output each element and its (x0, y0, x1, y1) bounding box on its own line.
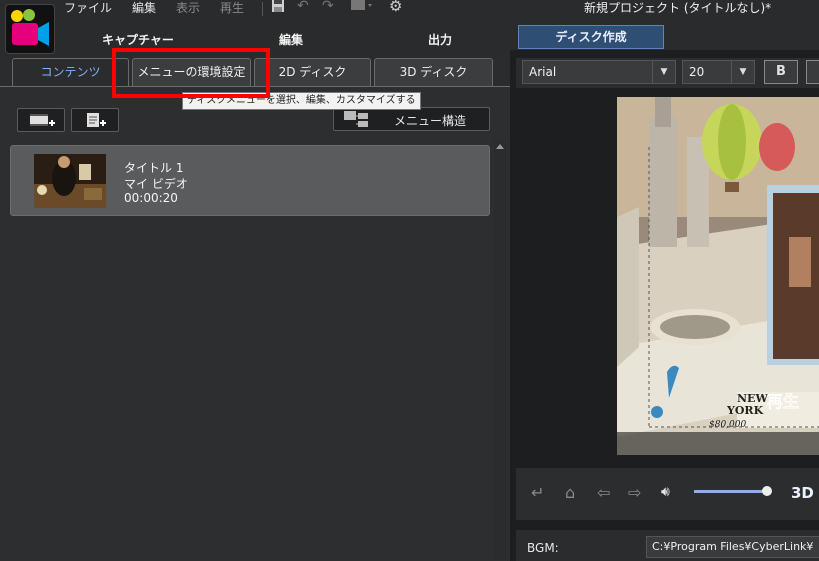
undo-icon[interactable]: ↶ (297, 0, 309, 14)
save-icon[interactable] (271, 0, 285, 16)
title-list-scrollbar[interactable] (494, 140, 506, 560)
title-thumbnail (34, 154, 106, 208)
add-title-button[interactable] (17, 108, 65, 132)
menu-structure-label: メニュー構造 (394, 114, 467, 128)
bgm-path-field[interactable]: C:¥Program Files¥CyberLink¥ (646, 536, 819, 558)
enter-icon[interactable]: ↵ (531, 483, 544, 502)
bgm-label: BGM: (527, 541, 559, 555)
menu-structure-button[interactable]: メニュー構造 (333, 107, 490, 131)
font-size-select[interactable]: 20 ▼ (682, 60, 755, 84)
title-list-item[interactable]: タイトル 1 マイ ビデオ 00:00:20 (10, 145, 490, 216)
screen-icon[interactable] (351, 0, 373, 15)
volume-icon[interactable]: 🔊︎ (661, 484, 670, 500)
project-title: 新規プロジェクト (タイトルなし)* (584, 1, 772, 15)
font-family-select[interactable]: Arial ▼ (522, 60, 676, 84)
redo-icon[interactable]: ↷ (322, 0, 334, 14)
mode-capture[interactable]: キャプチャー (102, 31, 174, 48)
menu-play[interactable]: 再生 (220, 0, 244, 16)
arrow-left-icon[interactable]: ⇦ (597, 483, 610, 502)
board-text-york: YORK (726, 404, 764, 417)
chevron-down-icon: ▼ (731, 61, 754, 83)
menu-preview[interactable]: NEW YORK $80,000 再生 (617, 97, 819, 455)
gear-icon[interactable]: ⚙ (389, 0, 402, 15)
menu-view[interactable]: 表示 (176, 0, 200, 16)
highlight-box (112, 48, 270, 98)
preview-play-label[interactable]: 再生 (767, 392, 800, 412)
font-family-value: Arial (529, 65, 557, 79)
title-name: タイトル 1 (124, 161, 184, 175)
bold-button[interactable]: B (764, 60, 798, 84)
menu-file[interactable]: ファイル (64, 0, 112, 16)
tab-3d-disc[interactable]: 3D ディスク (374, 58, 493, 86)
title-duration: 00:00:20 (124, 191, 178, 205)
board-price: $80,000 (709, 420, 746, 430)
italic-button[interactable] (806, 60, 819, 84)
add-video-icon (30, 114, 55, 126)
font-size-value: 20 (689, 65, 705, 79)
mode-output[interactable]: 出力 (428, 31, 452, 48)
mode-disc-creation[interactable]: ディスク作成 (518, 25, 664, 49)
volume-slider-handle[interactable] (762, 486, 772, 496)
volume-slider-track[interactable] (694, 490, 768, 493)
menu-edit[interactable]: 編集 (132, 0, 156, 16)
tab-2d-disc[interactable]: 2D ディスク (254, 58, 371, 86)
arrow-right-icon[interactable]: ⇨ (628, 483, 641, 502)
app-logo-icon[interactable] (5, 4, 55, 54)
menu-separator (262, 2, 263, 16)
3d-toggle-button[interactable]: 3D (791, 484, 814, 502)
add-chapter-button[interactable] (71, 108, 119, 132)
home-icon[interactable]: ⌂ (565, 483, 575, 502)
menu-structure-icon (344, 111, 368, 127)
add-list-icon (87, 113, 106, 127)
mode-edit[interactable]: 編集 (279, 31, 303, 48)
chevron-down-icon: ▼ (652, 61, 675, 83)
title-chapter: マイ ビデオ (124, 177, 188, 191)
